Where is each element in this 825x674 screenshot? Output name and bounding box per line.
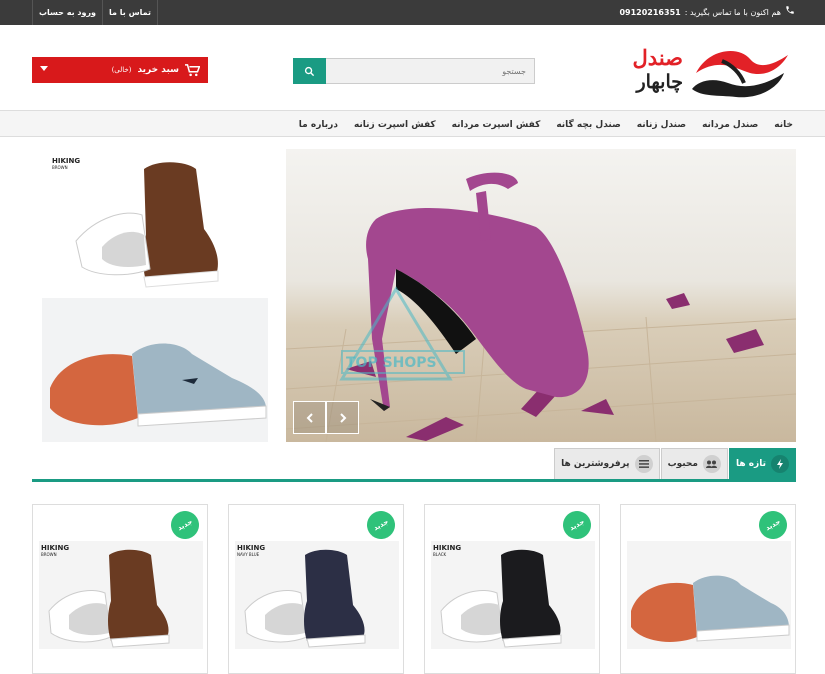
product-brand-label: HIKING NAVY BLUE bbox=[237, 545, 265, 557]
slider-image: TOP SHOPS bbox=[286, 172, 796, 442]
product-brand-color: NAVY BLUE bbox=[237, 552, 260, 557]
product-tabs: تازه ها محبوب پرفروشترین ها bbox=[32, 448, 796, 482]
phone-info: هم اکنون با ما تماس بگیرید : 09120216351 bbox=[619, 0, 795, 25]
new-badge: جدید bbox=[361, 505, 401, 545]
account-links: ورود به حساب تماس با ما bbox=[32, 0, 158, 25]
blue-shoe-image bbox=[50, 343, 267, 427]
nav-item-kids-sandals[interactable]: صندل بچه گانه bbox=[548, 120, 628, 130]
new-badge: جدید bbox=[753, 505, 793, 545]
logo-text-chabahar: چابهار bbox=[636, 71, 683, 93]
nav-item-men-sport-shoes[interactable]: کفش اسپرت مردانه bbox=[444, 120, 549, 130]
tab-newest-label: تازه ها bbox=[735, 459, 766, 469]
product-brand-label: HIKING BLACK bbox=[433, 545, 461, 557]
nav-item-about[interactable]: درباره ما bbox=[291, 120, 346, 130]
site-logo[interactable]: صندل چابهار bbox=[583, 43, 793, 105]
product-card[interactable]: جدید HIKING BROWN bbox=[32, 504, 208, 674]
main-nav: خانه صندل مردانه صندل زنانه صندل بچه گان… bbox=[0, 110, 825, 137]
product-image bbox=[431, 541, 595, 649]
nav-item-women-sport-shoes[interactable]: کفش اسپرت زنانه bbox=[346, 120, 444, 130]
watermark-text: TOP SHOPS bbox=[346, 355, 437, 371]
top-bar: ورود به حساب تماس با ما هم اکنون با ما ت… bbox=[0, 0, 825, 25]
product-card[interactable]: جدید HIKING BLACK bbox=[424, 504, 600, 674]
search-icon bbox=[304, 66, 315, 76]
list-icon bbox=[634, 455, 653, 473]
cart-title: سبد خرید bbox=[137, 65, 179, 75]
shoe-illustration bbox=[244, 549, 366, 648]
phone-number[interactable]: 09120216351 bbox=[619, 0, 680, 25]
product-image bbox=[627, 541, 791, 649]
hero-slider[interactable]: TOP SHOPS bbox=[286, 149, 796, 442]
product-image bbox=[235, 541, 399, 649]
product-brand-name: HIKING bbox=[237, 544, 266, 552]
product-grid: جدید جدید HIKING BLACK جدید HIKING NAVY … bbox=[32, 504, 796, 674]
nav-item-men-sandals[interactable]: صندل مردانه bbox=[694, 120, 766, 130]
search-input[interactable] bbox=[326, 58, 535, 84]
tab-bestsellers-label: پرفروشترین ها bbox=[561, 459, 630, 469]
side-banner-blue-shoe[interactable] bbox=[42, 298, 268, 442]
nav-item-home[interactable]: خانه bbox=[766, 120, 793, 130]
tab-newest[interactable]: تازه ها bbox=[728, 448, 796, 479]
header: صندل چابهار سبد خرید (خالی) bbox=[0, 25, 825, 110]
login-link[interactable]: ورود به حساب bbox=[32, 0, 104, 25]
new-badge: جدید bbox=[557, 505, 597, 545]
cart-button[interactable]: سبد خرید (خالی) bbox=[32, 57, 208, 83]
product-brand-color: BROWN bbox=[41, 552, 57, 557]
phone-label: هم اکنون با ما تماس بگیرید : bbox=[684, 8, 781, 17]
cart-icon bbox=[185, 63, 200, 76]
nav-item-women-sandals[interactable]: صندل زنانه bbox=[629, 120, 694, 130]
product-card[interactable]: جدید HIKING NAVY BLUE bbox=[228, 504, 404, 674]
shoe-illustration bbox=[631, 575, 790, 642]
product-brand-label: HIKING BROWN bbox=[41, 545, 69, 557]
product-brand-name: HIKING bbox=[433, 544, 462, 552]
users-icon bbox=[702, 455, 721, 473]
product-brand-name: HIKING bbox=[41, 544, 70, 552]
search-button[interactable] bbox=[293, 58, 326, 84]
cart-status: (خالی) bbox=[111, 66, 132, 74]
slider-prev-button[interactable] bbox=[293, 401, 326, 434]
chevron-right-icon bbox=[339, 412, 346, 423]
product-image bbox=[39, 541, 203, 649]
slider-controls bbox=[293, 401, 359, 434]
new-badge: جدید bbox=[165, 505, 205, 545]
chevron-down-icon bbox=[40, 65, 48, 75]
tab-popular-label: محبوب bbox=[667, 459, 698, 469]
logo-text-sandal: صندل bbox=[632, 45, 683, 70]
shoe-illustration bbox=[48, 549, 170, 648]
search-box bbox=[293, 58, 535, 84]
chevron-left-icon bbox=[306, 412, 313, 423]
sandal-logo-icon bbox=[692, 50, 788, 98]
tab-bestsellers[interactable]: پرفروشترین ها bbox=[554, 448, 660, 479]
side-banner-brown-shoe[interactable]: HIKING BROWN bbox=[46, 149, 266, 292]
product-brand-color: BLACK bbox=[433, 552, 447, 557]
phone-icon bbox=[785, 0, 795, 25]
contact-link[interactable]: تماس با ما bbox=[103, 0, 158, 25]
bolt-icon bbox=[771, 455, 789, 473]
slider-next-button[interactable] bbox=[326, 401, 359, 434]
cart-label: سبد خرید (خالی) bbox=[111, 63, 200, 77]
product-card[interactable]: جدید bbox=[620, 504, 796, 674]
brown-shoe-image bbox=[75, 162, 219, 288]
tab-popular[interactable]: محبوب bbox=[660, 448, 728, 479]
shoe-illustration bbox=[440, 549, 562, 648]
